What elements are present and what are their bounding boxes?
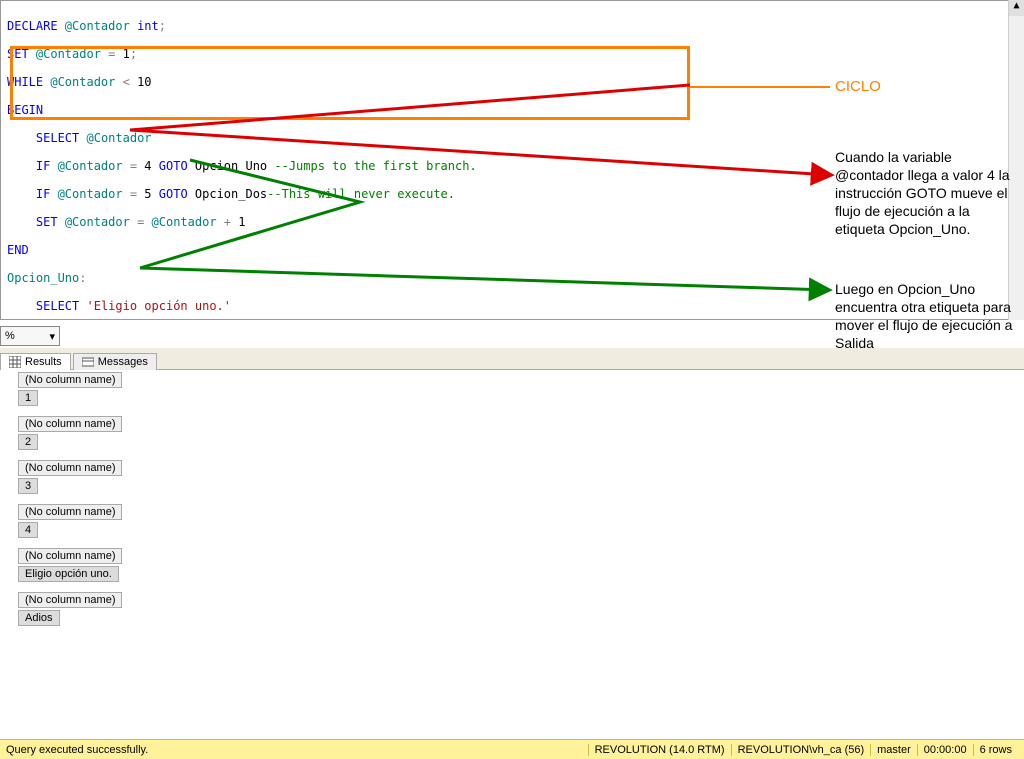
status-message: Query executed successfully. [6,744,148,756]
result-block: 1(No column name) 14 [2,504,1022,538]
result-cell[interactable]: 3 [18,478,38,494]
grid-icon [9,356,21,368]
scroll-up-icon[interactable]: ▲ [1009,0,1024,16]
result-block: 1(No column name) 11 [2,372,1022,406]
col-header: (No column name) [18,372,122,388]
result-cell[interactable]: Eligio opción uno. [18,566,119,582]
annotation-ciclo-connector [690,86,830,88]
tab-messages[interactable]: Messages [73,353,157,370]
result-block: 1(No column name) 12 [2,416,1022,450]
col-header: (No column name) [18,416,122,432]
result-cell[interactable]: 4 [18,522,38,538]
result-cell[interactable]: 1 [18,390,38,406]
col-header: (No column name) [18,504,122,520]
results-pane[interactable]: 1(No column name) 11 1(No column name) 1… [0,370,1024,739]
result-block: 1(No column name) 13 [2,460,1022,494]
status-login: REVOLUTION\vh_ca (56) [731,744,871,756]
result-cell[interactable]: Adios [18,610,60,626]
tab-results-label: Results [25,356,62,368]
messages-icon [82,356,94,368]
result-block: 1(No column name) 1Eligio opción uno. [2,548,1022,582]
annotation-ciclo-label: CICLO [835,78,881,95]
status-rows: 6 rows [973,744,1018,756]
kw-declare: DECLARE [7,19,58,33]
zoom-value: % [5,330,15,342]
results-tabs: Results Messages [0,348,1024,370]
result-cell[interactable]: 2 [18,434,38,450]
tab-messages-label: Messages [98,356,148,368]
annotation-red-text: Cuando la variable @contador llega a val… [835,148,1015,238]
tab-results[interactable]: Results [0,353,71,370]
status-server: REVOLUTION (14.0 RTM) [588,744,731,756]
zoom-combo[interactable]: % ▾ [0,326,60,346]
annotation-green-text: Luego en Opcion_Uno encuentra otra etiqu… [835,280,1015,352]
col-header: (No column name) [18,592,122,608]
col-header: (No column name) [18,460,122,476]
chevron-down-icon: ▾ [49,330,55,343]
col-header: (No column name) [18,548,122,564]
status-db: master [870,744,917,756]
status-time: 00:00:00 [917,744,973,756]
result-block: 1(No column name) 1Adios [2,592,1022,626]
status-bar: Query executed successfully. REVOLUTION … [0,739,1024,759]
